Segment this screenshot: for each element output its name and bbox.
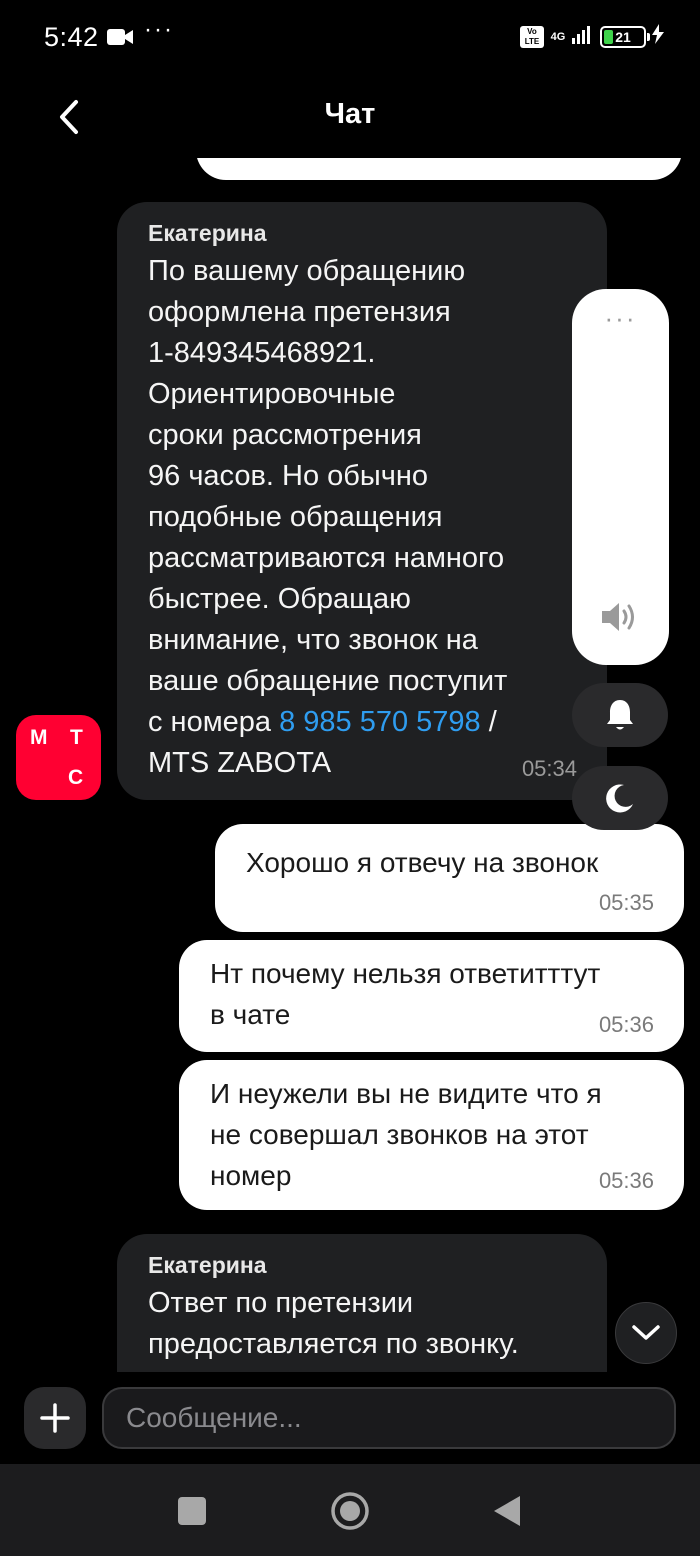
home-button[interactable]	[325, 1486, 375, 1536]
page-title: Чат	[324, 98, 376, 130]
message-outgoing[interactable]: Нт почему нельзя ответитттут в чате 05:3…	[179, 940, 684, 1052]
do-not-disturb-button[interactable]	[572, 766, 668, 830]
previous-message-bubble	[196, 158, 682, 180]
back-nav-button[interactable]	[482, 1486, 532, 1536]
message-text: И неужели вы не видите что я не совершал…	[210, 1078, 602, 1191]
attach-button[interactable]	[24, 1387, 86, 1449]
message-time: 05:35	[598, 890, 654, 915]
volume-settings-icon[interactable]: ···	[572, 303, 669, 334]
status-time: 5:42	[44, 22, 99, 52]
input-bar	[0, 1372, 700, 1464]
message-outgoing[interactable]: И неужели вы не видите что я не совершал…	[179, 1060, 684, 1210]
message-time: 05:36	[598, 1012, 654, 1037]
moon-icon	[606, 784, 633, 813]
message-text: Ответ по претензии предоставляется по зв…	[148, 1287, 519, 1360]
triangle-left-icon	[494, 1496, 520, 1526]
more-notifications-icon: ···	[144, 16, 174, 43]
battery-level: 21	[615, 28, 631, 45]
plus-icon	[40, 1403, 70, 1433]
message-time: 05:34	[521, 756, 577, 781]
avatar[interactable]: М Т С	[16, 715, 101, 800]
speaker-icon[interactable]	[600, 600, 640, 639]
notification-mode-button[interactable]	[572, 683, 668, 747]
message-incoming[interactable]: Екатерина Ответ по претензии предоставля…	[117, 1234, 607, 1372]
status-bar: 5:42 ··· Vo LTE 4G 21	[0, 0, 700, 78]
message-outgoing[interactable]: Хорошо я отвечу на звонок 05:35	[215, 824, 684, 932]
battery-icon: 21	[600, 25, 650, 48]
message-incoming[interactable]: Екатерина По вашему обращению оформлена …	[117, 202, 607, 800]
charging-icon	[652, 24, 664, 49]
circle-icon	[331, 1492, 369, 1530]
message-sender: Екатерина	[148, 1252, 267, 1278]
network-type: 4G	[550, 30, 566, 43]
chevron-down-icon	[632, 1325, 660, 1340]
video-camera-icon	[107, 28, 133, 51]
message-text: Хорошо я отвечу на звонок	[246, 847, 599, 878]
bell-icon	[607, 700, 633, 730]
square-icon	[178, 1497, 206, 1525]
scroll-down-button[interactable]	[615, 1302, 677, 1364]
phone-link[interactable]: 8 985 570 5798	[279, 706, 481, 738]
system-nav-bar	[0, 1464, 700, 1556]
message-time: 05:36	[598, 1168, 654, 1193]
message-text: По вашему обращению оформлена претензия …	[148, 255, 508, 779]
chat-header: Чат	[0, 78, 700, 158]
message-input[interactable]	[102, 1387, 676, 1449]
volte-icon: Vo LTE	[520, 25, 544, 48]
message-text: Нт почему нельзя ответитттут в чате	[210, 958, 601, 1030]
status-icons: Vo LTE 4G 21	[520, 24, 664, 49]
recents-button[interactable]	[167, 1486, 217, 1536]
volume-slider[interactable]: ···	[572, 289, 669, 665]
avatar-letter: С	[68, 766, 84, 789]
message-sender: Екатерина	[148, 220, 267, 246]
signal-icon	[572, 24, 594, 49]
avatar-letter: М	[30, 726, 48, 749]
avatar-letter: Т	[70, 726, 83, 749]
